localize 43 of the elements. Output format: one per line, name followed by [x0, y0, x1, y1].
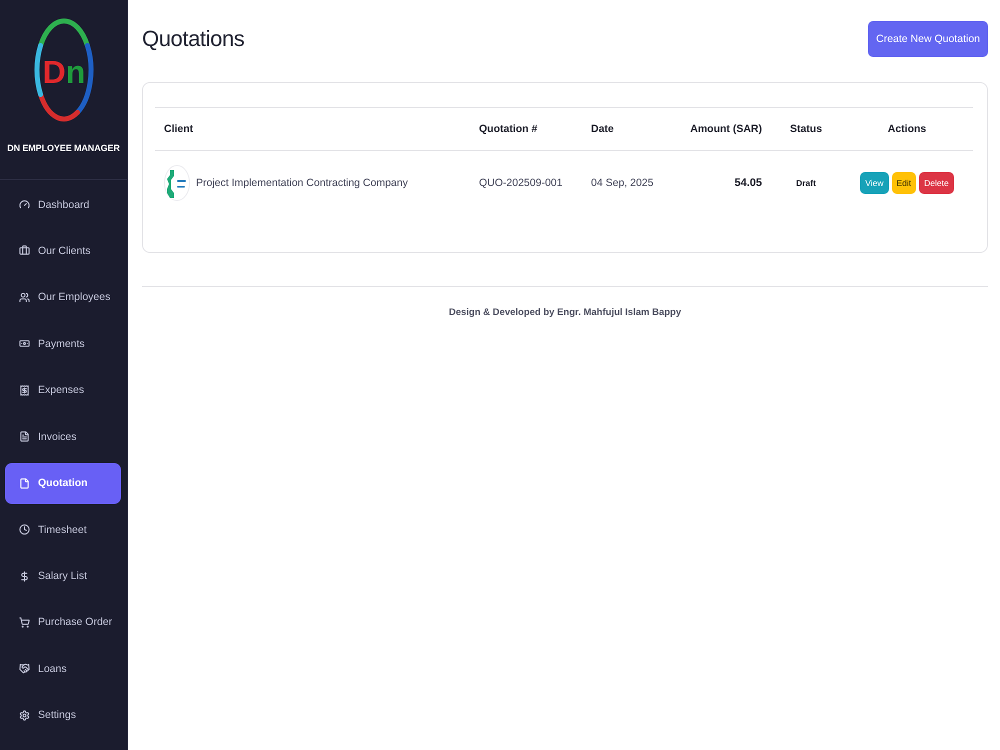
sidebar-item[interactable]: Quotation	[5, 462, 121, 504]
sidebar-item[interactable]: Salary List	[5, 556, 121, 596]
sidebar-item[interactable]: Timesheet	[5, 509, 121, 550]
status-text: Draft	[771, 150, 841, 216]
brand-name: DN EMPLOYEE MANAGER	[7, 143, 120, 153]
users-icon	[19, 292, 30, 303]
column-header: Quotation #	[470, 108, 582, 150]
edit-button[interactable]: Edit	[892, 172, 916, 194]
sidebar-item[interactable]: Settings	[5, 694, 121, 736]
receipt-icon	[19, 384, 30, 396]
handshake-icon	[19, 663, 30, 674]
footer-credit: Design & Developed by Engr. Mahfujul Islam Bappy	[448, 306, 682, 318]
column-header: Date	[582, 108, 680, 150]
dollar-icon	[19, 570, 30, 582]
column-header: Amount (SAR)	[680, 108, 771, 150]
sidebar-item[interactable]: Our Clients	[5, 230, 121, 272]
gauge-icon	[19, 199, 30, 210]
sidebar-item[interactable]: Our Employees	[5, 276, 121, 318]
app-logo: Dn	[32, 17, 94, 123]
sidebar-item[interactable]: Invoices	[5, 416, 121, 458]
column-header: Status	[771, 108, 841, 150]
delete-button[interactable]: Delete	[919, 172, 954, 194]
quotation-amount: 54.05	[680, 150, 771, 216]
sidebar-item[interactable]: Expenses	[5, 370, 121, 411]
quotation-number: QUO-202509-001	[470, 150, 582, 216]
column-header: Actions	[841, 108, 973, 150]
client-logo-icon	[164, 165, 190, 202]
briefcase-icon	[19, 245, 30, 256]
banknote-icon	[19, 338, 30, 350]
create-quotation-button[interactable]: Create New Quotation	[868, 21, 988, 57]
column-header: Client	[155, 108, 470, 150]
page-title: Quotations	[142, 26, 244, 52]
client-name: Project Implementation Contracting Company	[196, 177, 408, 190]
sidebar-item[interactable]: Loans	[5, 648, 121, 690]
document-icon	[19, 431, 30, 442]
cart-icon	[19, 616, 30, 628]
sidebar-item[interactable]: Purchase Order	[5, 602, 121, 643]
settings-icon	[19, 710, 30, 721]
quotation-date: 04 Sep, 2025	[582, 150, 680, 216]
file-icon	[19, 478, 30, 489]
sidebar-item[interactable]: Payments	[5, 323, 121, 364]
sidebar-item[interactable]: Dashboard	[5, 184, 121, 225]
clock-icon	[19, 524, 30, 536]
